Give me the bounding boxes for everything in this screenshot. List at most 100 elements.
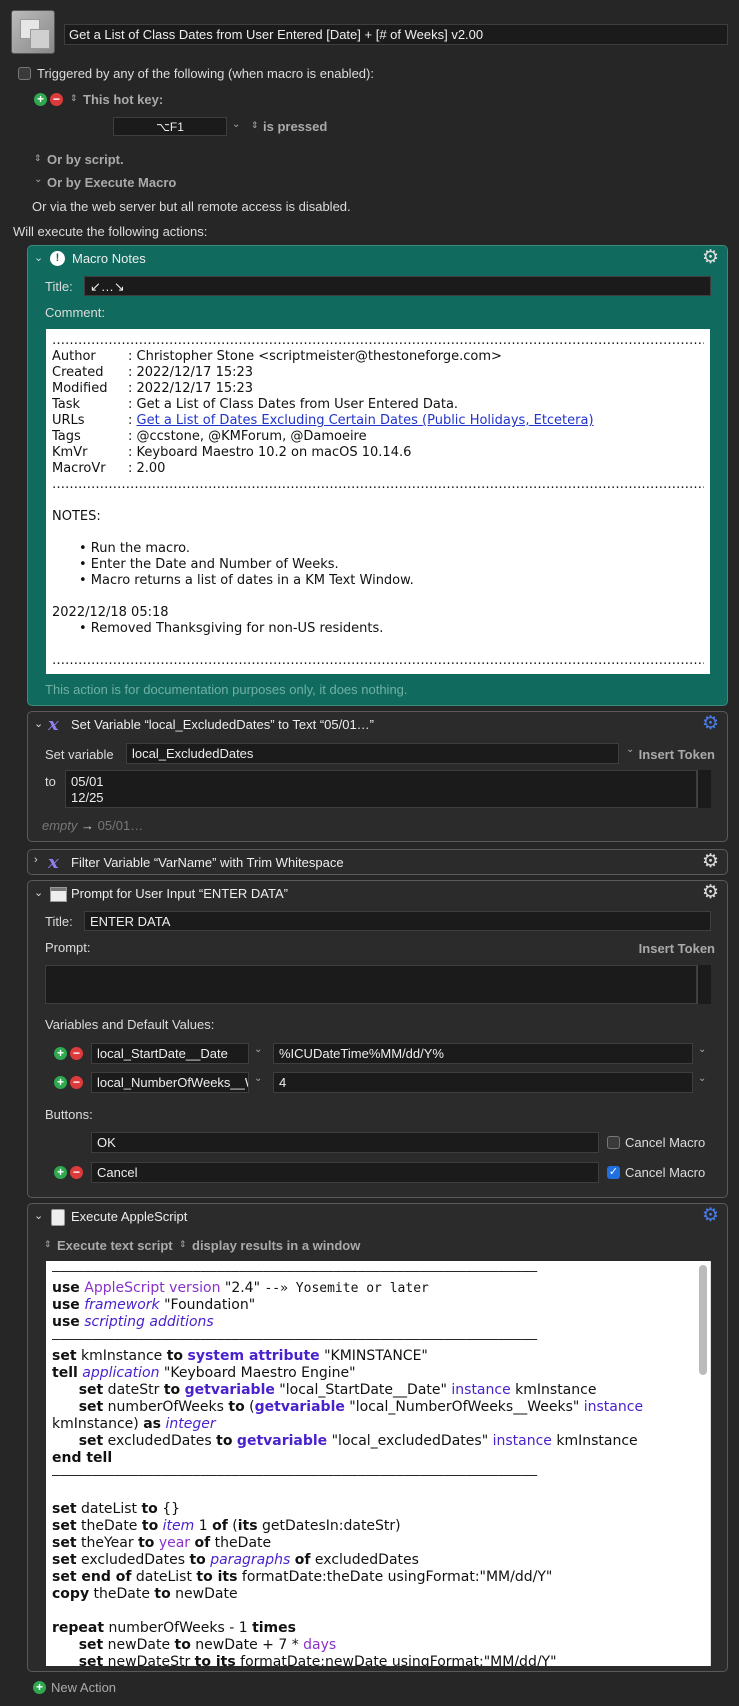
remove-button-icon[interactable]: − bbox=[70, 1166, 83, 1179]
updown-icon[interactable]: ⇕ bbox=[34, 153, 42, 164]
execute-mode-popup[interactable]: Execute text script bbox=[57, 1238, 173, 1253]
action-set-variable[interactable]: ⌄ x Set Variable “local_ExcludedDates” t… bbox=[27, 711, 728, 842]
or-by-execute-macro[interactable]: Or by Execute Macro bbox=[47, 175, 176, 190]
forum-link[interactable]: Get a List of Dates Excluding Certain Da… bbox=[137, 413, 594, 428]
web-server-note: Or via the web server but all remote acc… bbox=[32, 199, 351, 214]
scrollbar-thumb[interactable] bbox=[699, 1265, 707, 1375]
bullet-item: • Removed Thanksgiving for non-US reside… bbox=[79, 621, 384, 636]
action-execute-applescript[interactable]: ⌄ Execute AppleScript ⚙ ⇕ Execute text s… bbox=[27, 1203, 728, 1672]
bullet-item: • Macro returns a list of dates in a KM … bbox=[79, 573, 414, 588]
default-value-field[interactable]: 4 bbox=[273, 1072, 693, 1093]
chevron-down-icon[interactable]: ⌄ bbox=[232, 119, 240, 130]
updown-icon[interactable]: ⇕ bbox=[70, 93, 78, 104]
action-title[interactable]: Execute AppleScript bbox=[71, 1209, 187, 1224]
scrollbar[interactable] bbox=[697, 770, 711, 808]
results-popup[interactable]: display results in a window bbox=[192, 1238, 360, 1253]
insert-token-button[interactable]: Insert Token bbox=[620, 747, 715, 762]
gear-icon[interactable]: ⚙ bbox=[702, 1206, 719, 1226]
prompt-title-field[interactable]: ENTER DATA bbox=[84, 911, 711, 931]
variable-name-field[interactable]: local_ExcludedDates bbox=[126, 743, 619, 764]
prompt-text-field[interactable] bbox=[45, 965, 697, 1004]
remove-trigger-icon[interactable]: − bbox=[50, 93, 63, 106]
task-key: Task bbox=[52, 397, 81, 412]
note-icon: ! bbox=[50, 251, 65, 266]
code-separator: ————————————————————————————————————————… bbox=[52, 1332, 538, 1347]
remove-variable-icon[interactable]: − bbox=[70, 1047, 83, 1060]
action-filter-variable[interactable]: › x Filter Variable “VarName” with Trim … bbox=[27, 849, 728, 875]
chevron-down-icon[interactable]: ⌄ bbox=[698, 1044, 706, 1055]
comment-line: URLs: Get a List of Dates Excluding Cert… bbox=[52, 413, 704, 429]
action-title[interactable]: Prompt for User Input “ENTER DATA” bbox=[71, 886, 288, 901]
comment-line: Modified: 2022/12/17 15:23 bbox=[52, 381, 704, 397]
chevron-down-icon[interactable]: ⌄ bbox=[34, 1209, 43, 1222]
action-macro-notes[interactable]: ⌄ ! Macro Notes ⚙ Title: ↙…↘ Comment: ……… bbox=[27, 245, 728, 706]
comment-line: Task: Get a List of Class Dates from Use… bbox=[52, 397, 704, 413]
preview-value: 05/01… bbox=[97, 818, 144, 833]
comment-line: Author: Christopher Stone <scriptmeister… bbox=[52, 349, 704, 365]
add-variable-icon[interactable]: + bbox=[54, 1076, 67, 1089]
scrollbar[interactable] bbox=[697, 965, 711, 1004]
chevron-down-icon[interactable]: ⌄ bbox=[698, 1073, 706, 1084]
add-button-icon[interactable]: + bbox=[54, 1166, 67, 1179]
notes-title-field[interactable]: ↙…↘ bbox=[84, 276, 711, 296]
chevron-right-icon[interactable]: › bbox=[34, 854, 38, 866]
remove-variable-icon[interactable]: − bbox=[70, 1076, 83, 1089]
default-value-field[interactable]: %ICUDateTime%MM/dd/Y% bbox=[273, 1043, 693, 1064]
chevron-down-icon[interactable]: ⌄ bbox=[254, 1073, 262, 1084]
action-title[interactable]: Macro Notes bbox=[72, 251, 146, 266]
chevron-down-icon[interactable]: ⌄ bbox=[34, 717, 43, 730]
trigger-header: Triggered by any of the following (when … bbox=[37, 66, 374, 81]
chevron-down-icon[interactable]: ⌄ bbox=[254, 1044, 262, 1055]
variable-value-field[interactable]: 05/01 12/25 bbox=[65, 770, 697, 808]
notes-heading: NOTES: bbox=[52, 509, 101, 524]
variable-icon: x bbox=[48, 714, 59, 735]
comment-label: Comment: bbox=[45, 305, 105, 320]
hotkey-label[interactable]: This hot key: bbox=[83, 92, 163, 107]
variable-name-field[interactable]: local_StartDate__Date bbox=[91, 1043, 249, 1064]
modified-value: : 2022/12/17 15:23 bbox=[128, 381, 254, 396]
gear-icon[interactable]: ⚙ bbox=[702, 714, 719, 734]
created-value: : 2022/12/17 15:23 bbox=[128, 365, 254, 380]
hotkey-field[interactable]: ⌥F1 bbox=[113, 117, 227, 136]
separator-dots: …………………………………………………………………………………………………………… bbox=[52, 653, 704, 668]
cancel-macro-checkbox[interactable] bbox=[607, 1136, 620, 1149]
new-action-icon[interactable]: + bbox=[33, 1681, 46, 1694]
macro-icon[interactable] bbox=[11, 10, 55, 54]
chevron-down-icon[interactable]: ⌄ bbox=[34, 886, 43, 899]
variables-label: Variables and Default Values: bbox=[45, 1017, 215, 1032]
arrow-icon: → bbox=[81, 818, 95, 833]
button-name-field[interactable]: Cancel bbox=[91, 1162, 599, 1183]
gear-icon[interactable]: ⚙ bbox=[702, 852, 719, 872]
trigger-checkbox[interactable] bbox=[18, 67, 31, 80]
scrollbar[interactable] bbox=[710, 1261, 711, 1666]
action-title[interactable]: Filter Variable “VarName” with Trim Whit… bbox=[71, 855, 344, 870]
comment-text-area[interactable]: …………………………………………………………………………………………………………… bbox=[46, 329, 710, 674]
separator-dots: …………………………………………………………………………………………………………… bbox=[52, 333, 704, 348]
chevron-down-icon[interactable]: ⌄ bbox=[34, 174, 42, 185]
gear-icon[interactable]: ⚙ bbox=[702, 248, 719, 268]
add-trigger-icon[interactable]: + bbox=[34, 93, 47, 106]
comment-line: KmVr: Keyboard Maestro 10.2 on macOS 10.… bbox=[52, 445, 704, 461]
or-by-script[interactable]: Or by script. bbox=[47, 152, 124, 167]
button-name-field[interactable]: OK bbox=[91, 1132, 599, 1153]
macrovr-key: MacroVr bbox=[52, 461, 106, 476]
script-editor[interactable]: ————————————————————————————————————————… bbox=[46, 1261, 710, 1666]
updown-icon[interactable]: ⇕ bbox=[44, 1239, 52, 1250]
updown-icon[interactable]: ⇕ bbox=[179, 1239, 187, 1250]
macro-name-field[interactable]: Get a List of Class Dates from User Ente… bbox=[64, 24, 728, 45]
gear-icon[interactable]: ⚙ bbox=[702, 883, 719, 903]
set-variable-label: Set variable bbox=[45, 747, 114, 762]
urls-colon: : bbox=[128, 413, 137, 428]
action-prompt-user[interactable]: ⌄ Prompt for User Input “ENTER DATA” ⚙ T… bbox=[27, 880, 728, 1198]
hotkey-state[interactable]: is pressed bbox=[263, 119, 327, 134]
buttons-label: Buttons: bbox=[45, 1107, 93, 1122]
cancel-macro-checkbox[interactable]: ✓ bbox=[607, 1166, 620, 1179]
author-value: : Christopher Stone <scriptmeister@thest… bbox=[128, 349, 502, 364]
action-title[interactable]: Set Variable “local_ExcludedDates” to Te… bbox=[71, 717, 374, 732]
add-variable-icon[interactable]: + bbox=[54, 1047, 67, 1060]
chevron-down-icon[interactable]: ⌄ bbox=[34, 251, 43, 264]
variable-name-field[interactable]: local_NumberOfWeeks__W bbox=[91, 1072, 249, 1093]
new-action-button[interactable]: New Action bbox=[51, 1680, 116, 1695]
updown-icon[interactable]: ⇕ bbox=[251, 120, 259, 131]
insert-token-button[interactable]: Insert Token bbox=[608, 941, 715, 956]
